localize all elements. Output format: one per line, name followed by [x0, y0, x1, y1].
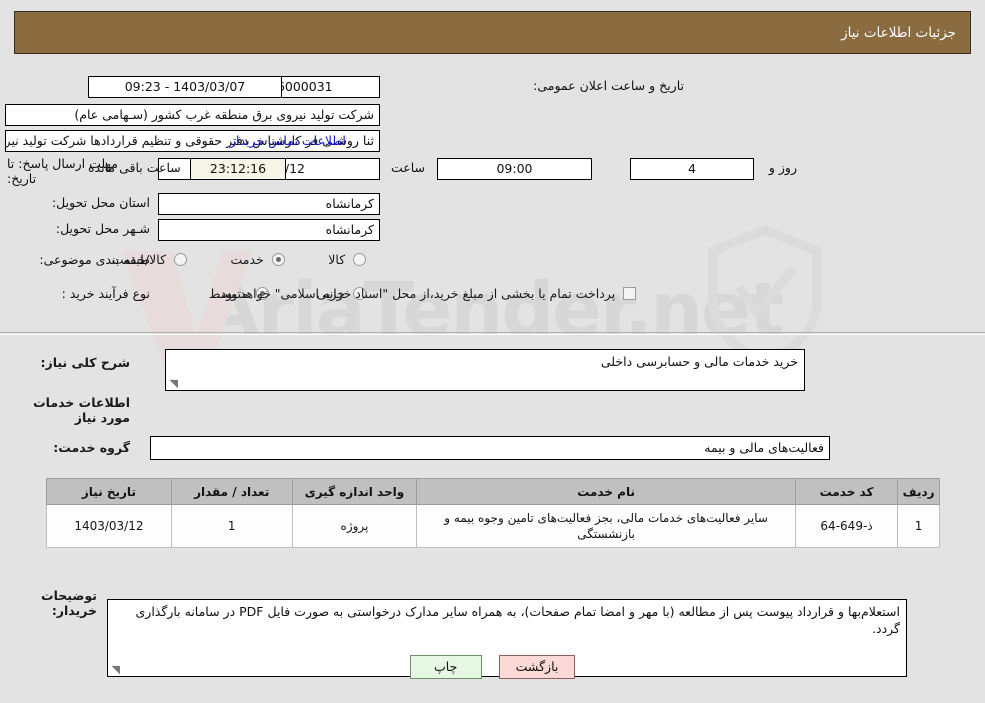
radio-khedmat[interactable]: [271, 253, 285, 266]
th-unit: واحد اندازه گیری: [291, 478, 418, 505]
services-table: ردیف کد خدمت نام خدمت واحد اندازه گیری ت…: [46, 478, 940, 548]
radio-kala-khedmat[interactable]: [173, 253, 187, 266]
service-group-value: فعالیت‌های مالی و بیمه: [150, 436, 830, 460]
category-option-kala-khedmat[interactable]: کالا/خدمت: [110, 252, 191, 267]
buyer-notes-value: استعلام‌بها و قرارداد پیوست پس از مطالعه…: [135, 604, 900, 636]
page-title: جزئیات اطلاعات نیاز: [841, 24, 956, 41]
watermark-text: AriaTender.net: [202, 267, 784, 353]
watermark-shield-icon: [705, 225, 825, 366]
category-radio-group: کالا خدمت کالا/خدمت: [110, 252, 370, 267]
label-province: استان محل تحویل:: [51, 195, 150, 210]
label-days-left: روز و: [768, 160, 797, 175]
table-header-row: ردیف کد خدمت نام خدمت واحد اندازه گیری ت…: [46, 478, 940, 505]
table-row: 1 ذ-649-64 سایر فعالیت‌های خدمات مالی، ب…: [46, 504, 940, 548]
cell-name: سایر فعالیت‌های خدمات مالی، بجز فعالیت‌ه…: [416, 504, 796, 548]
treasury-checkbox-row[interactable]: پرداخت تمام یا بخشی از مبلغ خرید،از محل …: [215, 286, 640, 301]
divider-top-hl: [0, 334, 985, 335]
cell-qty: 1: [170, 504, 293, 548]
need-desc-value: خرید خدمات مالی و حسابرسی داخلی: [600, 354, 798, 369]
need-desc-box[interactable]: خرید خدمات مالی و حسابرسی داخلی ◥: [165, 349, 805, 391]
days-left-value: 4: [630, 158, 754, 180]
city-value: کرمانشاه: [158, 219, 380, 241]
deadline-hour-value: 09:00: [437, 158, 592, 180]
buyer-org-value: شرکت تولید نیروی برق منطقه غرب کشور (سـه…: [5, 104, 380, 126]
cell-code: ذ-649-64: [794, 504, 899, 548]
th-date: تاریخ نیاز: [46, 478, 172, 505]
countdown-value: 23:12:16: [190, 158, 286, 180]
cell-index: 1: [897, 504, 940, 548]
label-public-announce: تاریخ و ساعت اعلان عمومی:: [533, 78, 684, 93]
page-header-banner: جزئیات اطلاعات نیاز: [14, 11, 971, 54]
th-index: ردیف: [897, 478, 940, 505]
label-buyer-notes: توضیحات خریدار:: [41, 588, 97, 618]
footer-button-row: بازگشت چاپ: [0, 655, 985, 679]
divider-top: [0, 332, 985, 333]
page-root: AriaTender.net جزئیات اطلاعات نیاز شماره…: [0, 0, 985, 703]
label-process-type: نوع فرآیند خرید :: [61, 286, 150, 301]
print-button[interactable]: چاپ: [409, 655, 482, 679]
th-name: نام خدمت: [416, 478, 796, 505]
label-countdown: ساعت باقی مانده: [88, 160, 181, 175]
treasury-checkbox[interactable]: [623, 287, 636, 300]
province-value: کرمانشاه: [158, 193, 380, 215]
cell-date: 1403/03/12: [46, 504, 172, 548]
back-button[interactable]: بازگشت: [498, 655, 576, 679]
radio-kala[interactable]: [353, 253, 366, 266]
public-announce-value: 1403/03/07 - 09:23: [88, 76, 282, 98]
category-option-khedmat[interactable]: خدمت: [225, 252, 289, 267]
category-option-kala[interactable]: کالا: [322, 252, 370, 267]
services-section-title: اطلاعات خدمات مورد نیاز: [33, 395, 130, 425]
label-city: شـهر محل تحویل:: [55, 221, 150, 236]
label-deadline-hour: ساعت: [390, 160, 425, 175]
cell-unit: پروژه: [291, 504, 418, 548]
services-table-wrap: ردیف کد خدمت نام خدمت واحد اندازه گیری ت…: [46, 478, 940, 548]
resize-grip-icon[interactable]: ◥: [168, 378, 178, 389]
th-qty: تعداد / مقدار: [170, 478, 293, 505]
th-code: کد خدمت: [794, 478, 899, 505]
label-service-group: گروه خدمت:: [53, 440, 130, 455]
buyer-contact-link[interactable]: اطلاعات تماس خریدار: [230, 133, 346, 148]
label-need-desc: شرح کلی نیاز:: [40, 355, 130, 370]
